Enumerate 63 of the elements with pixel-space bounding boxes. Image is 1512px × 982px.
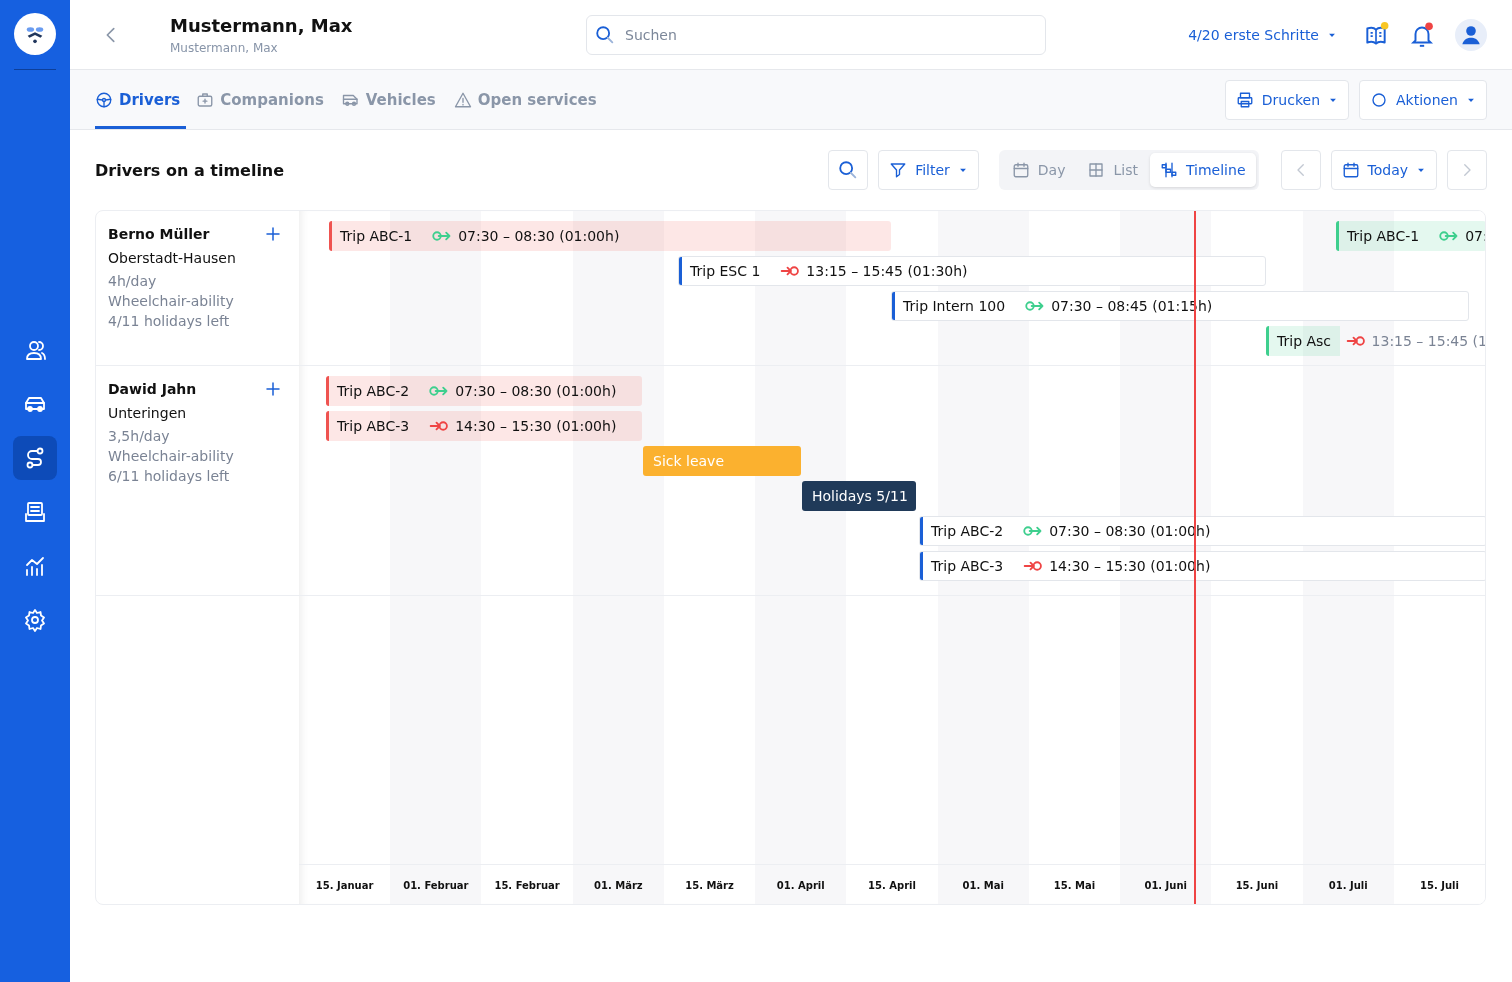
axis-label: 15. Januar: [314, 879, 375, 893]
driver-name: Berno Müller: [108, 226, 210, 242]
onboarding-dropdown[interactable]: 4/20 erste Schritte: [1188, 26, 1337, 43]
trip-bar[interactable]: Trip ABC-1 07:30 – 08:30 (01:00h): [329, 221, 891, 251]
driver-city: Oberstadt-Hausen: [108, 250, 237, 266]
today-dropdown[interactable]: Today: [1330, 150, 1437, 190]
avatar-icon: [1455, 18, 1487, 51]
axis-label: 15. Mai: [1052, 879, 1097, 893]
trip-bar[interactable]: Trip Asc 13:15 – 15:45 (1: [1266, 326, 1485, 356]
steering-wheel-icon: [95, 90, 113, 109]
trip-bar[interactable]: Trip ABC-3 14:30 – 15:30 (01:00h): [326, 411, 642, 441]
grid-icon: [1087, 161, 1106, 179]
medical-kit-icon: [196, 90, 215, 109]
section-title: Drivers on a timeline: [95, 160, 285, 180]
axis-label: 01. Mai: [961, 879, 1005, 893]
search-field[interactable]: Suchen: [586, 14, 1046, 55]
printer-icon: [1235, 90, 1254, 109]
axis-label: 01. Juni: [1143, 879, 1188, 893]
trip-bar[interactable]: Trip ESC 1 13:15 – 15:45 (01:30h): [678, 256, 1266, 286]
axis-label: 01. März: [593, 879, 644, 893]
circle-icon: [1370, 90, 1388, 109]
timeline-icon: [1159, 161, 1178, 179]
absence-bar: Sick leave: [643, 446, 801, 476]
warning-icon: [453, 90, 472, 109]
settings-icon: [23, 608, 47, 632]
add-icon[interactable]: [264, 380, 282, 398]
absence-bar: Holidays 5/11: [802, 481, 916, 511]
driver-city: Unteringen: [108, 405, 188, 421]
bell-icon: [1409, 21, 1435, 48]
axis-label: 01. April: [775, 879, 826, 893]
axis-label: 15. Februar: [493, 879, 561, 893]
driver-detail: 4/11 holidays left: [108, 312, 231, 331]
search-button[interactable]: [828, 150, 869, 190]
axis-label: 15. April: [867, 879, 917, 893]
axis-label: 01. Juli: [1327, 879, 1369, 893]
driver-detail: 3,5h/day: [108, 427, 171, 446]
chart-icon: [23, 554, 47, 578]
axis-label: 15. Juni: [1234, 879, 1280, 893]
tab[interactable]: Drivers: [95, 73, 187, 129]
calendar-icon: [1011, 161, 1030, 179]
people-icon: [23, 338, 47, 362]
action-dropdown[interactable]: Drucken: [1224, 79, 1349, 120]
app-logo[interactable]: [14, 13, 56, 55]
filter-dropdown[interactable]: Filter: [878, 150, 979, 190]
view-tab[interactable]: Timeline: [1149, 153, 1256, 187]
driver-detail: Wheelchair-ability: [108, 447, 235, 466]
search-icon: [594, 23, 616, 46]
page-title: Mustermann, Max: [170, 14, 354, 36]
axis-label: 01. Februar: [402, 879, 470, 893]
calendar-icon: [1341, 161, 1360, 179]
filter-icon: [889, 161, 908, 179]
axis-label: 15. Juli: [1418, 879, 1460, 893]
page-subtitle: Mustermann, Max: [170, 40, 279, 55]
trip-bar[interactable]: Trip ABC-2 07:30 – 08:30 (01:00h): [326, 376, 642, 406]
driver-detail: Wheelchair-ability: [108, 292, 235, 311]
driver-detail: 4h/day: [108, 272, 158, 291]
driver-name: Dawid Jahn: [108, 381, 197, 397]
driver-detail: 6/11 holidays left: [108, 467, 231, 486]
action-dropdown[interactable]: Aktionen: [1359, 79, 1487, 120]
document-tray-icon: [23, 500, 47, 524]
axis-label: 15. März: [684, 879, 735, 893]
add-icon[interactable]: [264, 225, 282, 243]
sidebar-item[interactable]: [13, 436, 57, 480]
